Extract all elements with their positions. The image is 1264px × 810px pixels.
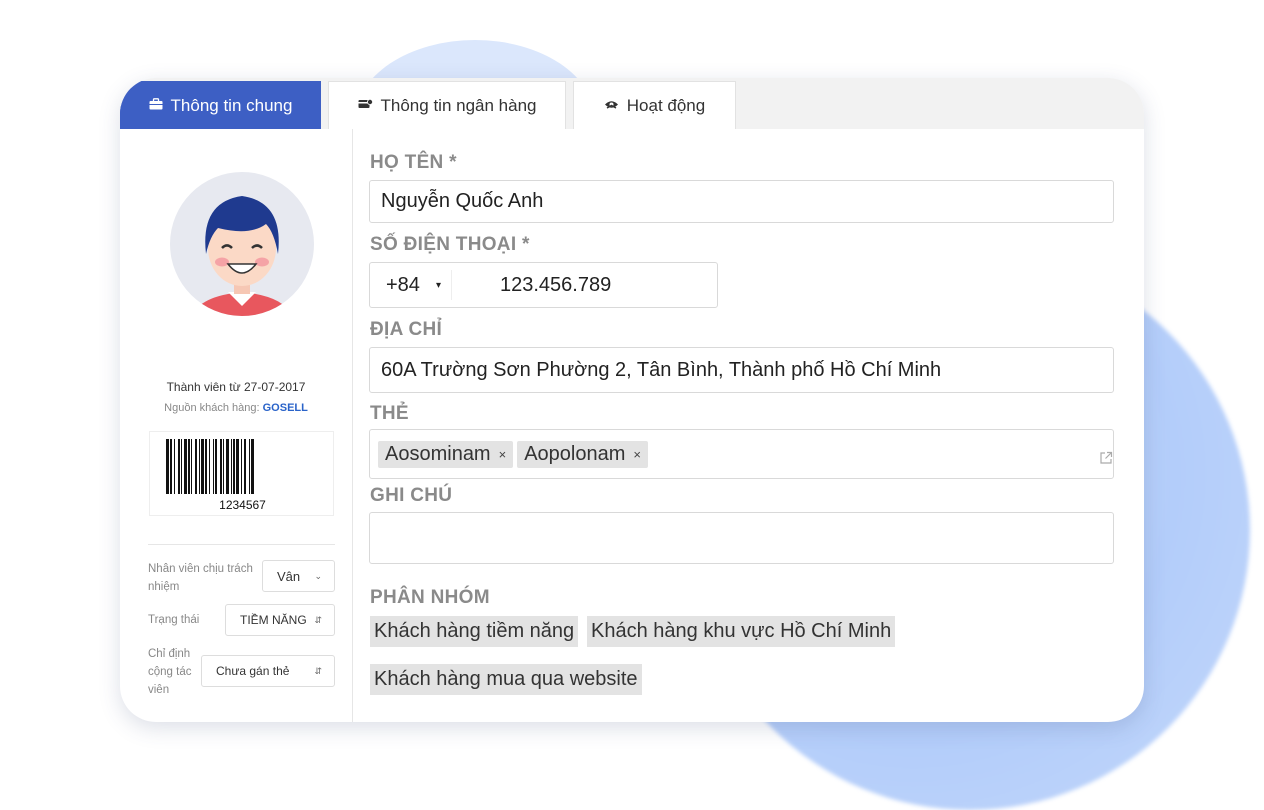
address-label: ĐỊA CHỈ	[370, 319, 443, 340]
briefcase-icon	[149, 98, 163, 113]
tag-chip-label: Aosominam	[385, 442, 491, 465]
source-value[interactable]: GOSELL	[263, 402, 308, 414]
chevron-down-icon: ▾	[435, 279, 441, 291]
tag-chip-label: Aopolonam	[524, 442, 626, 465]
group-chip: Khách hàng khu vực Hồ Chí Minh	[587, 616, 896, 647]
barcode-bar	[201, 439, 204, 494]
country-code-select[interactable]: +84 ▾	[376, 270, 452, 300]
tags-input[interactable]: Aosominam × Aopolonam ×	[369, 429, 1114, 479]
source-label: Nguồn khách hàng:	[164, 402, 260, 414]
barcode-bar	[205, 439, 207, 494]
barcode-bar	[181, 439, 182, 494]
barcode: 1234567	[149, 431, 334, 516]
external-link-icon[interactable]	[1099, 448, 1113, 471]
barcode-bar	[166, 439, 169, 494]
barcode-bar	[191, 439, 192, 494]
tab-bar: Thông tin chung Thông tin ngân hàng Hoạt…	[120, 78, 1144, 129]
tag-chip: Aosominam ×	[378, 440, 514, 468]
barcode-bars	[166, 439, 254, 494]
avatar[interactable]	[170, 172, 314, 316]
profile-sidebar: Thành viên từ 27-07-2017 Nguồn khách hàn…	[120, 129, 353, 722]
barcode-bar	[251, 439, 254, 494]
staff-select-value: Vân	[277, 568, 301, 584]
group-chip: Khách hàng tiềm năng	[370, 616, 579, 647]
tab-label: Thông tin chung	[170, 95, 293, 115]
tab-label: Hoạt động	[626, 95, 706, 115]
sort-arrows-icon: ⇵	[314, 614, 322, 625]
status-select[interactable]: TIỀM NĂNG ⇵	[225, 604, 335, 636]
status-label: Trạng thái	[148, 614, 200, 626]
barcode-bar	[233, 439, 235, 494]
customer-source: Nguồn khách hàng: GOSELL	[120, 402, 352, 414]
barcode-bar	[178, 439, 180, 494]
barcode-bar	[209, 439, 210, 494]
name-input[interactable]: Nguyễn Quốc Anh	[369, 180, 1114, 223]
barcode-bar	[241, 439, 242, 494]
barcode-bar	[236, 439, 239, 494]
activity-icon	[604, 98, 619, 113]
note-label: GHI CHÚ	[370, 485, 453, 506]
barcode-bar	[199, 439, 200, 494]
member-since: Thành viên từ 27-07-2017	[166, 380, 306, 394]
barcode-bar	[231, 439, 232, 494]
affiliate-label: Chỉ định cộng tác viên	[148, 648, 192, 696]
barcode-bar	[249, 439, 250, 494]
country-code-value: +84	[386, 273, 420, 296]
group-chip: Khách hàng mua qua website	[370, 664, 642, 695]
barcode-number: 1234567	[219, 498, 266, 512]
name-label: HỌ TÊN *	[370, 152, 457, 173]
affiliate-select-value: Chưa gán thẻ	[216, 664, 290, 678]
chevron-down-icon: ⌄	[314, 570, 322, 581]
barcode-bar	[244, 439, 246, 494]
affiliate-select[interactable]: Chưa gán thẻ ⇵	[201, 655, 335, 687]
phone-input[interactable]: +84 ▾ 123.456.789	[369, 262, 718, 308]
tags-label: THẺ	[370, 403, 409, 424]
customer-form: HỌ TÊN * Nguyễn Quốc Anh SỐ ĐIỆN THOẠI *…	[352, 129, 1144, 722]
barcode-bar	[170, 439, 172, 494]
barcode-bar	[188, 439, 190, 494]
name-input-value: Nguyễn Quốc Anh	[381, 190, 544, 212]
tab-bank-info[interactable]: Thông tin ngân hàng	[328, 81, 566, 129]
remove-tag-icon[interactable]: ×	[499, 447, 507, 462]
staff-label: Nhân viên chịu trách nhiệm	[148, 563, 253, 593]
barcode-bar	[195, 439, 197, 494]
phone-label: SỐ ĐIỆN THOẠI *	[370, 234, 530, 255]
barcode-bar	[226, 439, 229, 494]
barcode-bar	[223, 439, 224, 494]
barcode-bar	[215, 439, 217, 494]
address-input-value: 60A Trường Sơn Phường 2, Tân Bình, Thành…	[381, 358, 942, 381]
barcode-bar	[213, 439, 214, 494]
customer-card: Thông tin chung Thông tin ngân hàng Hoạt…	[120, 78, 1144, 722]
note-input[interactable]	[369, 512, 1114, 564]
tab-label: Thông tin ngân hàng	[380, 95, 537, 115]
tag-chip: Aopolonam ×	[517, 440, 648, 468]
barcode-bar	[174, 439, 175, 494]
groups-label: PHÂN NHÓM	[370, 587, 490, 608]
bank-card-icon	[358, 98, 373, 113]
sidebar-divider	[148, 544, 335, 545]
sort-arrows-icon: ⇵	[314, 665, 322, 676]
tab-general-info[interactable]: Thông tin chung	[120, 81, 321, 129]
phone-input-value: 123.456.789	[499, 273, 612, 296]
address-input[interactable]: 60A Trường Sơn Phường 2, Tân Bình, Thành…	[369, 347, 1114, 393]
barcode-bar	[220, 439, 222, 494]
status-select-value: TIỀM NĂNG	[240, 613, 307, 627]
staff-select[interactable]: Vân ⌄	[262, 560, 335, 592]
remove-tag-icon[interactable]: ×	[633, 447, 641, 462]
tab-activity[interactable]: Hoạt động	[573, 81, 736, 129]
barcode-bar	[184, 439, 187, 494]
